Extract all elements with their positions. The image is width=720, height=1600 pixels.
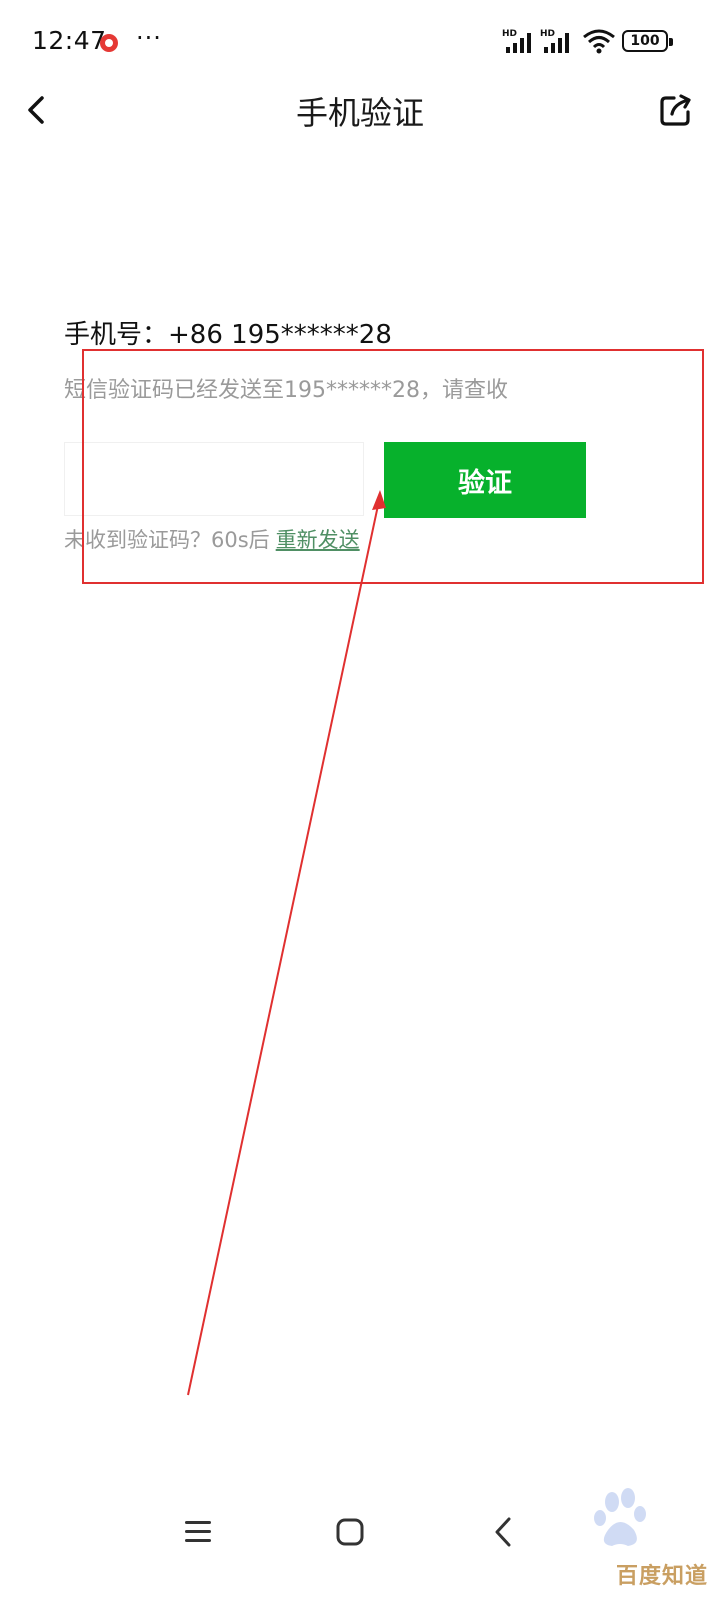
- share-icon[interactable]: [656, 90, 696, 130]
- page-title: 手机验证: [295, 94, 424, 132]
- more-notifications-icon: ···: [136, 24, 162, 52]
- sms-sent-hint: 短信验证码已经发送至195******28，请查收: [64, 378, 508, 403]
- battery-icon: 100: [622, 30, 673, 52]
- phone-number-row: 手机号：+86 195******28: [64, 314, 392, 351]
- resend-countdown-text: 未收到验证码？60s后: [64, 528, 270, 552]
- status-time: 12:47: [32, 26, 107, 55]
- annotation-arrow: [187, 490, 386, 1396]
- battery-tip: [669, 38, 673, 46]
- verify-button[interactable]: 验证: [384, 442, 586, 518]
- status-bar: 12:47 ··· HD HD 100: [0, 0, 720, 84]
- watermark-text: 百度知道: [615, 1564, 708, 1589]
- battery-level: 100: [630, 33, 660, 49]
- svg-text:HD: HD: [540, 29, 555, 39]
- title-bar: 手机验证: [0, 84, 720, 160]
- status-icons: HD HD 100: [502, 26, 673, 56]
- menu-icon[interactable]: [176, 1510, 220, 1554]
- phone-value: +86 195******28: [168, 320, 392, 350]
- signal-icon: HD: [502, 29, 531, 53]
- verification-code-input[interactable]: [64, 442, 364, 516]
- svg-text:HD: HD: [502, 29, 517, 39]
- phone-label: 手机号：: [64, 320, 169, 350]
- baidu-paw-logo-icon: [594, 1488, 646, 1546]
- wifi-icon: [583, 29, 615, 54]
- resend-row: 未收到验证码？60s后 重新发送: [64, 524, 360, 554]
- signal-icon-2: HD: [540, 29, 569, 53]
- resend-link[interactable]: 重新发送: [276, 528, 360, 552]
- home-icon[interactable]: [328, 1510, 372, 1554]
- nav-back-icon[interactable]: [482, 1510, 526, 1554]
- screen-record-icon: [100, 34, 118, 52]
